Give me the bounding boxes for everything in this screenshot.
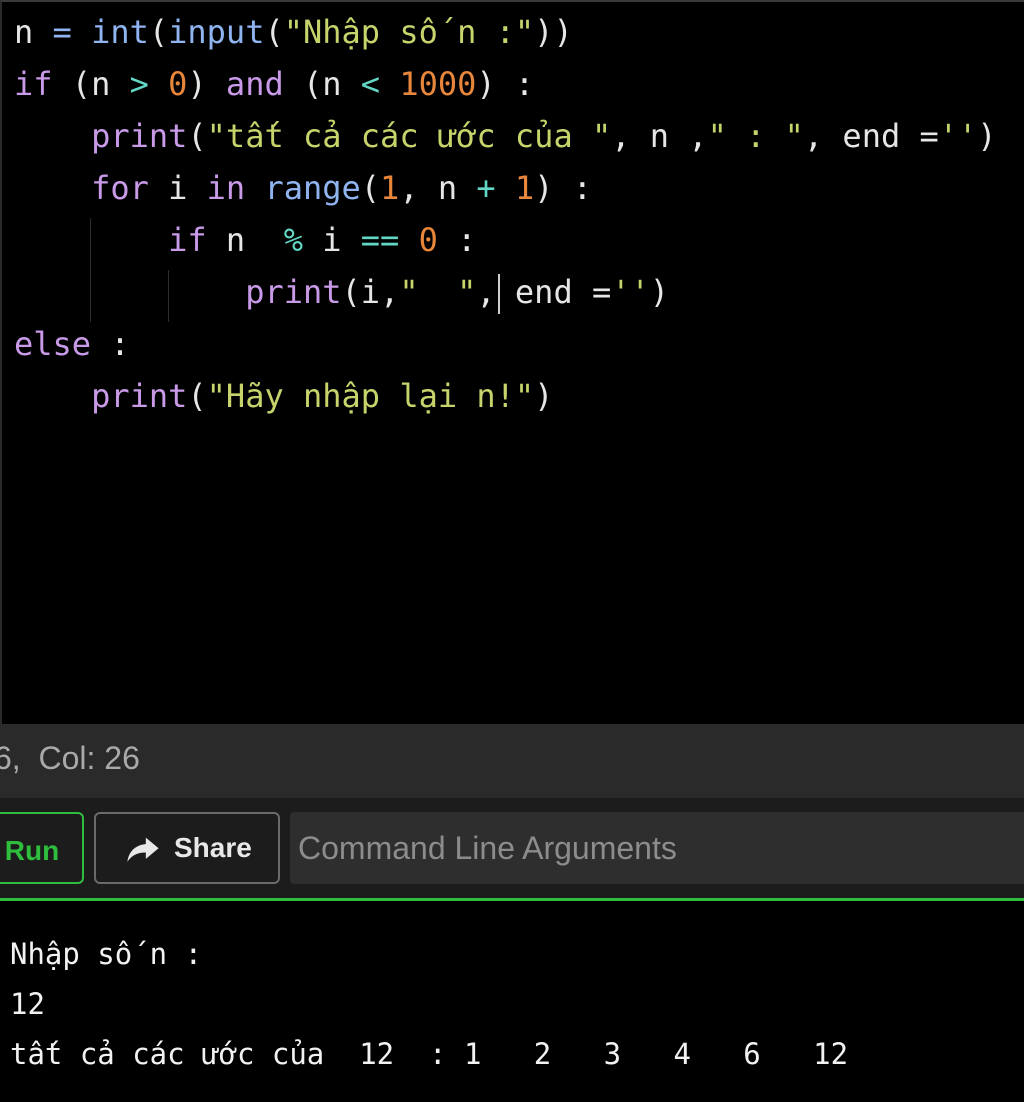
code-token: < <box>360 65 381 103</box>
code-token: print <box>245 273 342 311</box>
code-token: (n <box>52 65 130 103</box>
code-token: 1 <box>380 169 400 207</box>
code-token: for <box>91 169 149 207</box>
console-divider <box>0 898 1024 901</box>
output-console: Nhập số n : 12 tất cả các ước của 12 : 1… <box>0 903 1024 1102</box>
code-line[interactable]: for i in range(1, n + 1) : <box>14 162 592 214</box>
code-token: 0 <box>418 221 438 259</box>
code-token: '' <box>938 117 978 155</box>
code-token: ( <box>187 117 207 155</box>
code-token: = <box>52 13 72 51</box>
code-token: " " <box>399 273 477 311</box>
code-token: "Hãy nhập lại n!" <box>206 377 535 415</box>
code-token: print <box>91 117 188 155</box>
cursor-position: 6, Col: 26 <box>0 740 140 776</box>
code-token: ( <box>264 13 284 51</box>
code-token: ) <box>649 273 670 311</box>
code-line[interactable]: n = int(input("Nhập số n :")) <box>14 6 573 58</box>
code-line[interactable]: print("Hãy nhập lại n!") <box>14 370 553 422</box>
code-line[interactable]: if (n > 0) and (n < 1000) : <box>14 58 534 110</box>
code-token: )) <box>534 13 573 51</box>
share-button[interactable]: Share <box>94 812 280 884</box>
code-token: i <box>148 169 207 207</box>
code-token: range <box>264 169 361 207</box>
run-button-label: Run <box>4 835 60 866</box>
text-caret <box>498 274 500 314</box>
code-token: "tất cả các ước của " <box>206 117 612 155</box>
code-token: > <box>129 65 149 103</box>
code-token: in <box>206 169 246 207</box>
code-token: " : " <box>707 117 804 155</box>
code-token: ) : <box>476 65 535 103</box>
code-token: ( <box>360 169 381 207</box>
code-token: : <box>437 221 477 259</box>
status-bar: 6, Col: 26 <box>0 724 1024 798</box>
code-token: == <box>360 221 400 259</box>
share-button-label: Share <box>174 832 252 863</box>
code-token: , end = <box>803 117 939 155</box>
code-token: ) <box>977 117 997 155</box>
code-token: n <box>14 13 53 51</box>
code-token: , n <box>399 169 477 207</box>
code-token: and <box>225 65 284 103</box>
code-line[interactable]: print(i," ", end ='') <box>14 266 669 318</box>
code-token: "Nhập số n :" <box>283 13 535 51</box>
run-button[interactable]: Run <box>0 812 84 884</box>
code-token: % <box>283 221 303 259</box>
command-line-arguments-input[interactable] <box>290 812 1024 884</box>
code-token: ( <box>187 377 207 415</box>
code-token: ) <box>534 377 554 415</box>
code-token: print <box>91 377 188 415</box>
code-token: n <box>206 221 284 259</box>
code-token: ) <box>187 65 226 103</box>
editor-active-indicator <box>2 0 72 2</box>
code-token: , n , <box>611 117 708 155</box>
code-token: 1000 <box>399 65 477 103</box>
code-line[interactable]: print("tất cả các ước của ", n ," : ", e… <box>14 110 997 162</box>
console-line: 12 <box>10 987 45 1021</box>
code-token: ( <box>148 13 169 51</box>
code-token: , end = <box>476 273 612 311</box>
code-token: input <box>168 13 265 51</box>
code-token: 0 <box>168 65 188 103</box>
console-line: Nhập số n : <box>10 937 203 971</box>
toolbar: Run Share <box>0 798 1024 901</box>
code-token: '' <box>611 273 650 311</box>
code-token: : <box>91 325 130 363</box>
code-line[interactable]: if n % i == 0 : <box>14 214 476 266</box>
code-token: i <box>302 221 361 259</box>
console-line: tất cả các ước của 12 : 1 2 3 4 6 12 <box>10 1037 849 1071</box>
code-token: 1 <box>514 169 535 207</box>
code-token: (i, <box>341 273 400 311</box>
code-token: + <box>476 169 496 207</box>
code-token: int <box>91 13 149 51</box>
code-token: (n <box>283 65 361 103</box>
code-token: else <box>14 325 92 363</box>
code-token: if <box>168 221 207 259</box>
code-editor[interactable]: n = int(input("Nhập số n :")) if (n > 0) … <box>0 0 1024 724</box>
code-line[interactable]: else : <box>14 318 130 370</box>
code-token: ) : <box>534 169 592 207</box>
code-token: if <box>14 65 53 103</box>
share-arrow-icon <box>127 837 159 862</box>
